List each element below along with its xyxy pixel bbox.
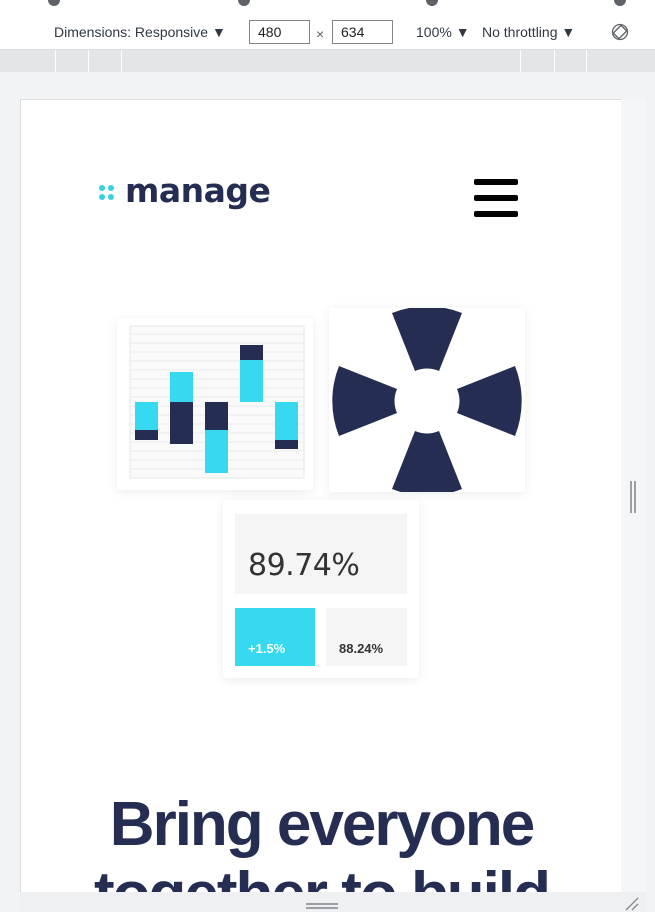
device-toolbar: Dimensions: Responsive ▼ × 100% ▼ No thr…: [0, 16, 655, 50]
stat-secondary-tile: 88.24%: [326, 608, 407, 666]
bar-chart-graphic: [129, 325, 305, 479]
bar-2-top: [170, 372, 193, 402]
hero-headline: Bring everyone together to build: [94, 790, 551, 893]
stat-main-value: 89.74%: [248, 548, 360, 583]
stat-secondary-value: 88.24%: [339, 641, 384, 656]
pie-slice-left: [332, 366, 397, 436]
height-input[interactable]: [332, 20, 393, 44]
tab-indicator-icon: [238, 0, 250, 6]
vertical-resize-handle[interactable]: [630, 481, 636, 513]
ruler-segment[interactable]: [520, 50, 521, 72]
ruler-segment[interactable]: [586, 50, 587, 72]
bar-4-top: [240, 345, 263, 360]
tab-indicator-icon: [614, 0, 626, 6]
device-viewport: manage 89.74% +1.5% 88.24% Bring everyon…: [20, 99, 622, 893]
ruler-segment[interactable]: [121, 50, 122, 72]
throttling-dropdown[interactable]: No throttling ▼: [482, 24, 575, 40]
bar-4-bottom: [240, 360, 263, 402]
ruler-segment[interactable]: [88, 50, 89, 72]
bar-5-bottom: [275, 440, 298, 449]
bar-1-top: [135, 402, 158, 430]
bar-chart-illustration: [117, 318, 313, 490]
hamburger-icon[interactable]: [474, 179, 518, 217]
pie-graphic: [332, 308, 522, 492]
pie-illustration: [329, 308, 525, 492]
tab-indicator-icon: [48, 0, 60, 6]
stat-main-tile: 89.74%: [235, 514, 407, 594]
bar-5-top: [275, 402, 298, 440]
bar-3-top: [205, 402, 228, 430]
stat-change-value: +1.5%: [248, 641, 286, 656]
times-sign: ×: [316, 26, 325, 42]
bar-3-bottom: [205, 430, 228, 473]
ruler-segment[interactable]: [55, 50, 56, 72]
dimensions-dropdown[interactable]: Dimensions: Responsive ▼: [54, 24, 226, 40]
horizontal-resize-panel: [20, 892, 646, 912]
bar-1-bottom: [135, 430, 158, 440]
rotate-icon[interactable]: [611, 23, 629, 41]
browser-top-strip: [0, 0, 655, 17]
logo-text: manage: [125, 171, 271, 210]
corner-resize-icon[interactable]: [624, 896, 640, 912]
bar-2-bottom: [170, 402, 193, 444]
tab-indicator-icon: [426, 0, 438, 6]
pie-slice-right: [457, 366, 522, 436]
zoom-dropdown[interactable]: 100% ▼: [416, 24, 470, 40]
pie-slice-top: [392, 308, 462, 371]
width-input[interactable]: [249, 20, 310, 44]
horizontal-resize-handle[interactable]: [306, 903, 338, 909]
media-query-ruler[interactable]: [0, 50, 655, 72]
pie-slice-bottom: [392, 431, 462, 492]
ruler-segment[interactable]: [554, 50, 555, 72]
stat-change-tile: +1.5%: [235, 608, 315, 666]
logo-dots-icon: [99, 185, 119, 201]
